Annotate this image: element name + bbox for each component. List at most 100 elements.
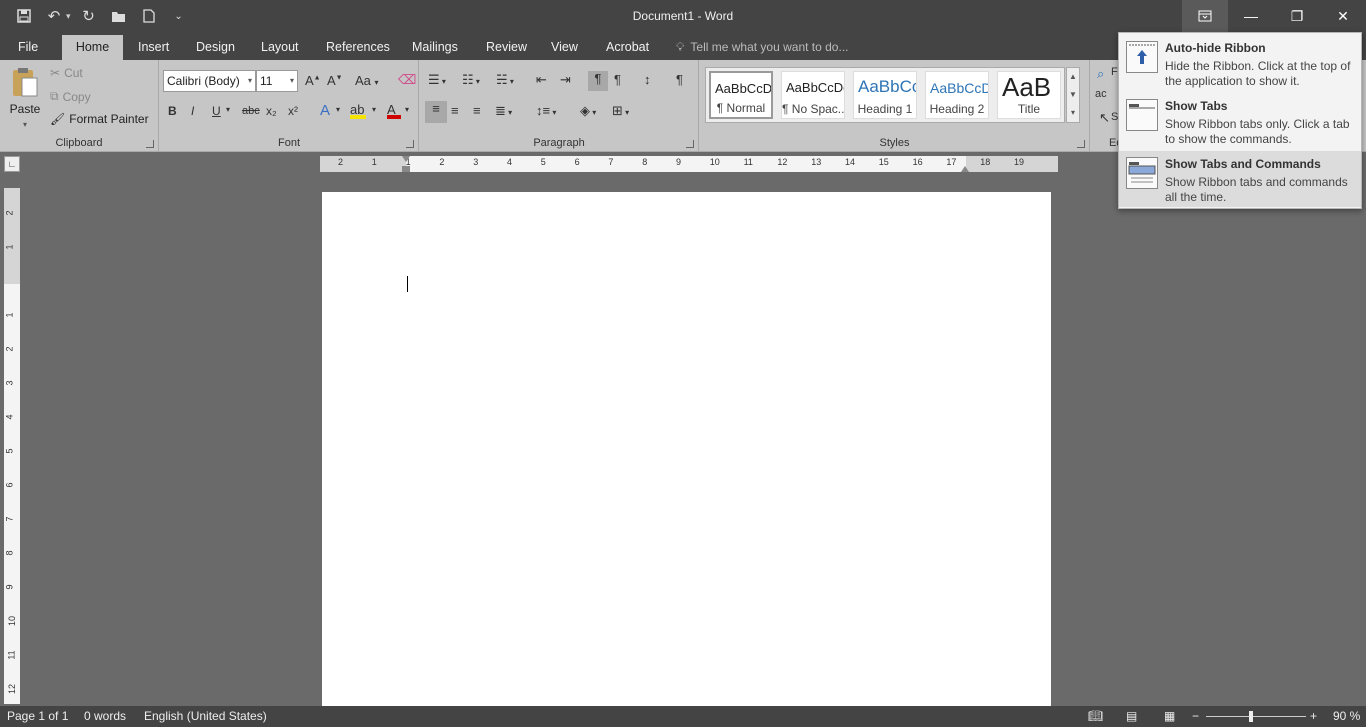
zoom-out-icon[interactable]: − <box>1192 709 1199 723</box>
minimize-button[interactable]: — <box>1228 0 1274 32</box>
show-formatting-marks-icon[interactable]: ¶ <box>676 72 683 87</box>
paste-icon <box>13 68 38 97</box>
tab-layout[interactable]: Layout <box>251 35 309 60</box>
style-no-spacing[interactable]: AaBbCcDc ¶ No Spac... <box>781 71 845 119</box>
find-icon[interactable]: ⌕ <box>1097 66 1104 82</box>
highlight-color-icon[interactable]: ab <box>350 102 366 119</box>
select-icon[interactable]: ↖ <box>1099 110 1110 126</box>
document-page[interactable] <box>322 192 1051 706</box>
align-left-icon[interactable]: ≡ <box>425 101 447 123</box>
paragraph-launcher-icon[interactable] <box>686 140 694 148</box>
vertical-ruler-number: 1 <box>4 312 15 318</box>
show-tabs-and-commands-option[interactable]: Show Tabs and Commands Show Ribbon tabs … <box>1119 151 1361 207</box>
restore-button[interactable]: ❐ <box>1274 0 1320 32</box>
multilevel-list-icon[interactable]: ☵ ▾ <box>496 72 514 88</box>
zoom-in-icon[interactable]: + <box>1310 709 1317 723</box>
tab-design[interactable]: Design <box>186 35 245 60</box>
styles-scroll[interactable]: ▲ ▼ ▾ <box>1066 67 1080 123</box>
paste-dropdown-icon: ▾ <box>22 120 27 129</box>
justify-icon[interactable]: ≣ ▾ <box>495 103 512 119</box>
more-styles-icon[interactable]: ▾ <box>1067 104 1079 122</box>
first-line-indent-marker[interactable] <box>402 156 410 162</box>
text-effects-dropdown-icon[interactable]: ▾ <box>336 105 340 114</box>
shading-icon[interactable]: ◈ ▾ <box>580 103 596 119</box>
styles-launcher-icon[interactable] <box>1077 140 1085 148</box>
style-normal[interactable]: AaBbCcDc ¶ Normal <box>709 71 773 119</box>
numbering-icon[interactable]: ☷ ▾ <box>462 72 480 88</box>
right-indent-marker[interactable] <box>961 166 969 172</box>
increase-indent-icon[interactable]: ⇥ <box>560 72 571 88</box>
sort-icon[interactable]: ↕ <box>644 72 651 87</box>
cut-button[interactable]: ✂ Cut <box>50 66 83 80</box>
show-tabs-option[interactable]: Show Tabs Show Ribbon tabs only. Click a… <box>1119 93 1361 149</box>
horizontal-ruler[interactable]: 2 1 1 2 3 4 5 6 7 8 9 10 11 12 13 14 15 16 17 18 19 <box>320 156 1058 172</box>
italic-button[interactable]: I <box>191 104 194 118</box>
vertical-ruler-number: 3 <box>4 380 15 386</box>
copy-button[interactable]: ⧉ Copy <box>50 89 91 104</box>
paste-button[interactable]: Paste ▾ <box>8 66 42 129</box>
tab-selector-icon[interactable]: ∟ <box>4 156 20 172</box>
chevron-down-icon[interactable]: ▼ <box>1067 86 1079 104</box>
left-indent-marker[interactable] <box>402 166 410 172</box>
align-right-icon[interactable]: ≡ <box>473 103 481 118</box>
zoom-slider[interactable] <box>1206 716 1306 717</box>
tab-mailings[interactable]: Mailings <box>402 35 468 60</box>
bold-button[interactable]: B <box>168 104 177 118</box>
clipboard-launcher-icon[interactable] <box>146 140 154 148</box>
tab-view[interactable]: View <box>541 35 588 60</box>
clear-formatting-icon[interactable]: ⌫ <box>398 72 416 88</box>
close-button[interactable]: ✕ <box>1320 0 1366 32</box>
format-painter-button[interactable]: 🖌︎ Format Painter <box>50 112 149 126</box>
font-color-icon[interactable]: A <box>387 102 401 119</box>
bullets-icon[interactable]: ☰ ▾ <box>428 72 446 88</box>
align-center-icon[interactable]: ≡ <box>451 103 459 118</box>
strikethrough-button[interactable]: abc <box>242 105 260 117</box>
highlight-dropdown-icon[interactable]: ▾ <box>372 105 376 114</box>
tab-insert[interactable]: Insert <box>128 35 179 60</box>
superscript-button[interactable]: x² <box>288 104 298 118</box>
tab-references[interactable]: References <box>316 35 400 60</box>
ribbon-display-options-button[interactable] <box>1182 0 1228 32</box>
status-bar: Page 1 of 1 0 words English (United Stat… <box>0 706 1366 727</box>
tell-me-search[interactable]: 💡︎ Tell me what you want to do... <box>676 35 849 60</box>
change-case-icon[interactable]: Aa ▾ <box>355 73 379 88</box>
text-effects-icon[interactable]: A <box>320 102 330 119</box>
font-family-select[interactable]: Calibri (Body) ▾ <box>163 70 256 92</box>
subscript-button[interactable]: x₂ <box>266 104 277 118</box>
web-layout-icon[interactable]: ▦ <box>1164 709 1175 723</box>
decrease-indent-icon[interactable]: ⇤ <box>536 72 547 88</box>
page-count[interactable]: Page 1 of 1 <box>7 709 68 723</box>
shrink-font-icon[interactable]: A▼ <box>327 73 343 88</box>
font-size-select[interactable]: 11 ▾ <box>256 70 298 92</box>
borders-icon[interactable]: ⊞ ▾ <box>612 103 629 119</box>
zoom-level[interactable]: 90 % <box>1333 709 1360 723</box>
tab-file[interactable]: File <box>8 35 48 60</box>
language[interactable]: English (United States) <box>144 709 267 723</box>
underline-dropdown-icon[interactable]: ▾ <box>226 105 230 114</box>
style-title[interactable]: AaB Title <box>997 71 1061 119</box>
print-layout-icon[interactable]: ▤ <box>1126 709 1137 723</box>
tab-acrobat[interactable]: Acrobat <box>596 35 659 60</box>
replace-icon[interactable]: ac <box>1095 88 1107 100</box>
style-heading-1[interactable]: AaBbCc Heading 1 <box>853 71 917 119</box>
zoom-slider-thumb[interactable] <box>1249 711 1253 722</box>
vertical-ruler-number: 2 <box>4 210 15 216</box>
auto-hide-ribbon-option[interactable]: Auto-hide Ribbon Hide the Ribbon. Click … <box>1119 35 1361 91</box>
tab-home[interactable]: Home <box>62 35 123 60</box>
style-heading-2[interactable]: AaBbCcD Heading 2 <box>925 71 989 119</box>
underline-button[interactable]: U <box>212 104 221 118</box>
paintbrush-icon: 🖌︎ <box>50 112 66 126</box>
word-count[interactable]: 0 words <box>84 709 126 723</box>
font-color-dropdown-icon[interactable]: ▾ <box>405 105 409 114</box>
left-to-right-icon[interactable]: ¶ <box>588 71 608 91</box>
right-to-left-icon[interactable]: ¶ <box>614 72 621 87</box>
read-mode-icon[interactable]: 📖︎ <box>1088 709 1103 723</box>
grow-font-icon[interactable]: A▲ <box>305 73 321 88</box>
line-spacing-icon[interactable]: ↕≡ ▾ <box>536 103 556 118</box>
tab-review[interactable]: Review <box>476 35 537 60</box>
font-launcher-icon[interactable] <box>406 140 414 148</box>
ruler-number: 11 <box>743 157 753 167</box>
vertical-ruler[interactable]: 2 1 1 2 3 4 5 6 7 8 9 10 11 12 <box>4 188 20 704</box>
chevron-up-icon[interactable]: ▲ <box>1067 68 1079 86</box>
lightbulb-icon: 💡︎ <box>676 40 685 54</box>
